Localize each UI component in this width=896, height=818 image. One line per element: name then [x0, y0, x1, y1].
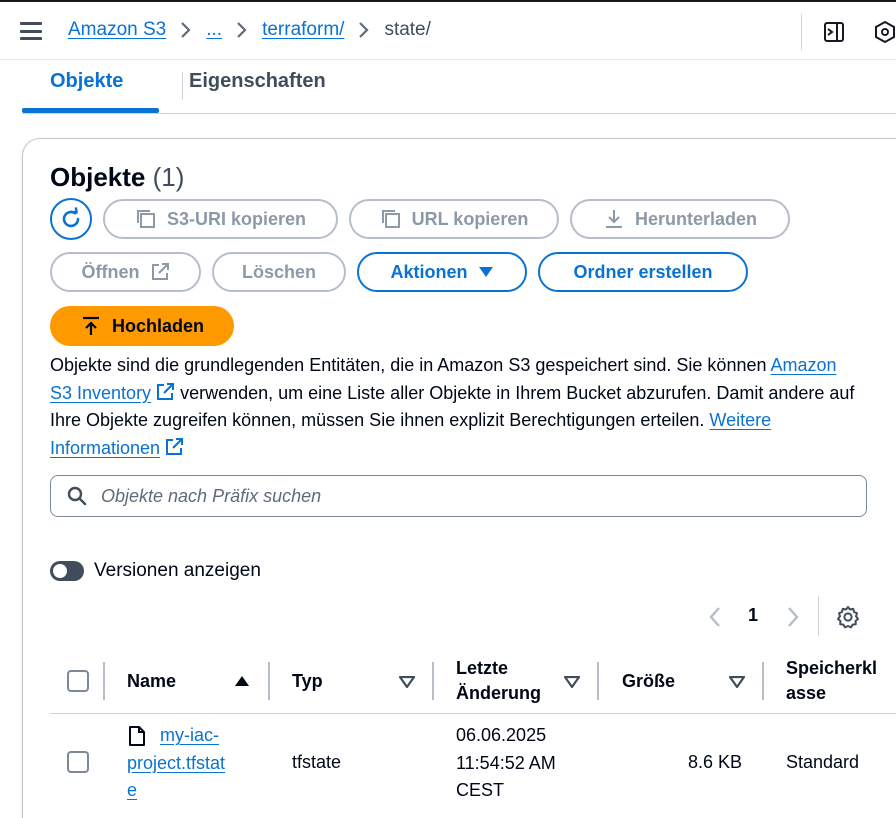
column-divider [762, 662, 764, 700]
object-modified-date: 06.06.2025 [456, 725, 547, 745]
column-header-modified-line2: Änderung [456, 683, 541, 703]
create-folder-label: Ordner erstellen [573, 261, 713, 282]
copy-url-button[interactable]: URL kopieren [349, 199, 559, 239]
panel-description: Objekte sind die grundlegenden Entitäten… [50, 352, 860, 462]
panel-title-text: Objekte [50, 162, 146, 192]
column-divider [432, 662, 434, 700]
copy-s3-uri-label: S3-URI kopieren [166, 208, 307, 229]
help-panel-icon[interactable] [873, 20, 896, 44]
external-link-icon [166, 437, 184, 455]
create-folder-button[interactable]: Ordner erstellen [538, 252, 748, 292]
open-label: Öffnen [81, 261, 140, 282]
tab-divider [182, 72, 183, 100]
copy-url-label: URL kopieren [411, 208, 529, 229]
search-icon [67, 486, 87, 506]
download-button[interactable]: Herunterladen [570, 199, 790, 239]
next-page-icon[interactable] [784, 606, 802, 628]
tab-eigenschaften[interactable]: Eigenschaften [189, 70, 326, 93]
object-name-link[interactable]: my-iac- project.tfstat e [127, 722, 257, 805]
column-header-name[interactable]: Name [127, 669, 176, 694]
download-label: Herunterladen [634, 208, 758, 229]
caret-down-icon [478, 267, 493, 277]
search-input[interactable] [101, 485, 801, 507]
column-header-modified[interactable]: Letzte Änderung [456, 656, 541, 706]
copy-icon [136, 210, 155, 228]
column-header-modified-line1: Letzte [456, 658, 509, 678]
tab-bar: Objekte Eigenschaften [22, 60, 896, 114]
previous-page-icon[interactable] [706, 606, 724, 628]
column-divider [597, 662, 599, 700]
actions-label: Aktionen [390, 261, 468, 282]
upload-button[interactable]: Hochladen [50, 306, 234, 346]
divider [818, 596, 819, 636]
page-number[interactable]: 1 [748, 605, 758, 626]
copy-icon [381, 210, 400, 228]
external-link-icon [151, 263, 169, 280]
sort-icon[interactable] [729, 676, 745, 688]
column-divider [103, 662, 105, 700]
external-link-icon [157, 382, 175, 400]
select-all-checkbox[interactable] [67, 670, 89, 692]
gear-icon[interactable] [836, 605, 860, 629]
chevron-right-icon [358, 21, 370, 39]
prefix-search [50, 475, 867, 517]
object-storage-class: Standard [786, 752, 860, 772]
side-panel-icon[interactable] [822, 20, 846, 44]
column-header-type[interactable]: Typ [292, 669, 323, 694]
refresh-icon [62, 207, 80, 228]
open-button[interactable]: Öffnen [50, 252, 201, 292]
toggle-knob [53, 564, 67, 578]
object-size: 8.6 KB [687, 752, 742, 772]
object-name-line1[interactable]: my-iac- [160, 725, 219, 745]
object-count: (1) [152, 162, 185, 192]
sort-ascending-icon[interactable] [234, 675, 250, 687]
delete-label: Löschen [241, 261, 316, 282]
upload-label: Hochladen [111, 315, 204, 336]
object-modified-timezone: CEST [456, 780, 505, 800]
divider [801, 14, 802, 50]
object-name-line2[interactable]: project.tfstat [127, 753, 225, 773]
breadcrumb-item-ellipsis[interactable]: ... [206, 19, 222, 41]
active-tab-indicator [22, 108, 159, 113]
download-icon [605, 210, 622, 228]
menu-icon[interactable] [20, 22, 42, 40]
panel-title: Objekte (1) [50, 162, 184, 193]
tab-objekte[interactable]: Objekte [50, 70, 123, 93]
column-divider [268, 662, 270, 700]
breadcrumb-item-terraform[interactable]: terraform/ [262, 19, 344, 41]
object-modified-time: 11:54:52 AM [456, 752, 556, 773]
copy-s3-uri-button[interactable]: S3-URI kopieren [103, 199, 338, 239]
top-navigation-bar: Amazon S3 ... terraform/ state/ [0, 0, 896, 60]
column-header-storage-line1: Speicherkl [786, 658, 878, 678]
sort-icon[interactable] [564, 676, 580, 688]
breadcrumb: Amazon S3 ... terraform/ state/ [68, 19, 431, 41]
object-modified: 06.06.2025 11:54:52 AM CEST [456, 722, 556, 805]
object-type: tfstate [292, 752, 342, 772]
upload-icon [82, 316, 99, 335]
sort-icon[interactable] [399, 676, 415, 688]
column-header-size[interactable]: Größe [622, 669, 675, 694]
breadcrumb-current: state/ [384, 19, 431, 40]
chevron-right-icon [236, 21, 248, 39]
table-header: Name Typ Letzte Änderung Größe Speicherk… [50, 650, 896, 714]
versions-toggle[interactable] [50, 561, 84, 581]
breadcrumb-item-amazon-s3[interactable]: Amazon S3 [68, 19, 166, 41]
chevron-right-icon [180, 21, 192, 39]
versions-toggle-label: Versionen anzeigen [94, 560, 261, 581]
delete-button[interactable]: Löschen [212, 252, 346, 292]
actions-dropdown-button[interactable]: Aktionen [357, 252, 527, 292]
column-header-storage-class[interactable]: Speicherkl asse [786, 656, 877, 706]
object-name-line3[interactable]: e [127, 780, 137, 800]
refresh-button[interactable] [50, 198, 92, 240]
row-checkbox[interactable] [67, 751, 89, 773]
column-header-storage-line2: asse [786, 683, 827, 703]
description-text: Objekte sind die grundlegenden Entitäten… [50, 355, 771, 375]
